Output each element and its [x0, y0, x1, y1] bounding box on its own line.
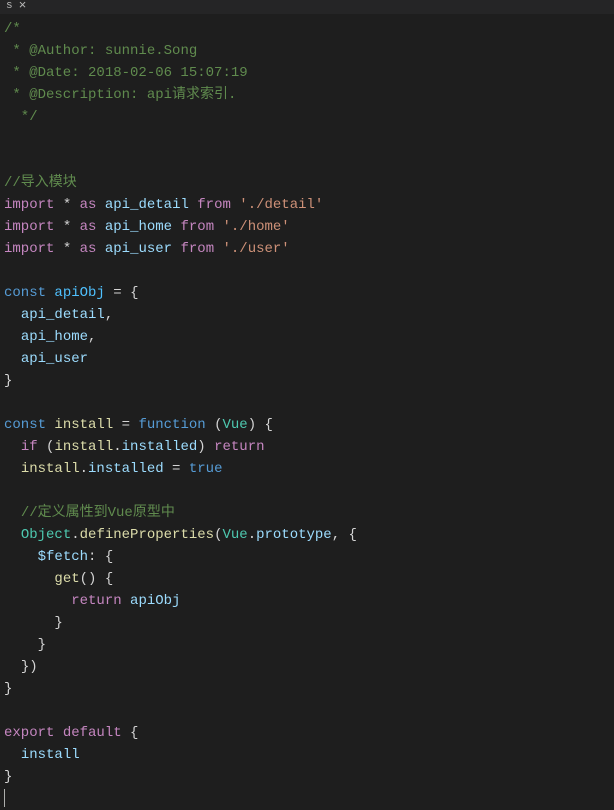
- ref-vue: Vue: [222, 527, 247, 543]
- close-icon[interactable]: ×: [19, 1, 27, 11]
- prop-api-user: api_user: [21, 351, 88, 367]
- lbrace: {: [130, 725, 138, 741]
- comment-desc-prefix: * @Description:: [4, 87, 147, 103]
- tab-bar: s ×: [0, 0, 614, 14]
- kw-as: as: [80, 241, 97, 257]
- kw-as: as: [80, 197, 97, 213]
- rbrace: }: [21, 659, 29, 675]
- lbrace: {: [105, 571, 113, 587]
- comment-author-prefix: * @Author:: [4, 43, 105, 59]
- rparen: ): [197, 439, 205, 455]
- kw-import: import: [4, 197, 54, 213]
- prop-api-detail: api_detail: [21, 307, 105, 323]
- kw-return: return: [214, 439, 264, 455]
- kw-from: from: [197, 197, 231, 213]
- rbrace: }: [4, 373, 12, 389]
- prop-fetch: $fetch: [38, 549, 88, 565]
- kw-default: default: [63, 725, 122, 741]
- rparen: ): [29, 659, 37, 675]
- dot: .: [80, 461, 88, 477]
- var-api-home: api_home: [105, 219, 172, 235]
- code-editor[interactable]: /* * @Author: sunnie.Song * @Date: 2018-…: [0, 14, 614, 810]
- str-home: './home': [223, 219, 290, 235]
- kw-const: const: [4, 417, 46, 433]
- comment-author: sunnie.Song: [105, 43, 197, 59]
- fn-get: get: [54, 571, 79, 587]
- kw-from: from: [180, 219, 214, 235]
- prop-installed: installed: [88, 461, 164, 477]
- param-vue: Vue: [222, 417, 247, 433]
- kw-from: from: [180, 241, 214, 257]
- cursor: [4, 789, 5, 807]
- lbrace: {: [105, 549, 113, 565]
- var-install: install: [54, 417, 113, 433]
- var-api-detail: api_detail: [105, 197, 189, 213]
- kw-as: as: [80, 219, 97, 235]
- kw-import: import: [4, 241, 54, 257]
- prop-api-home: api_home: [21, 329, 88, 345]
- fn-defineproperties: defineProperties: [80, 527, 214, 543]
- comment-import: //导入模块: [4, 175, 77, 191]
- comment-date: 2018-02-06 15:07:19: [88, 65, 248, 81]
- rparen: ): [248, 417, 256, 433]
- comment-desc: api请求索引.: [147, 87, 237, 103]
- star: *: [63, 219, 71, 235]
- prop-prototype: prototype: [256, 527, 332, 543]
- lbrace: {: [265, 417, 273, 433]
- star: *: [63, 241, 71, 257]
- kw-import: import: [4, 219, 54, 235]
- ref-install: install: [21, 461, 80, 477]
- ref-install: install: [54, 439, 113, 455]
- eq: =: [164, 461, 189, 477]
- rbrace: }: [54, 615, 62, 631]
- comment-date-prefix: * @Date:: [4, 65, 88, 81]
- var-apiobj: apiObj: [54, 285, 104, 301]
- comma: ,: [88, 329, 96, 345]
- comment-close: */: [4, 109, 38, 125]
- str-detail: './detail': [239, 197, 323, 213]
- kw-function: function: [138, 417, 205, 433]
- star: *: [63, 197, 71, 213]
- lbrace: {: [349, 527, 357, 543]
- prop-install: install: [21, 747, 80, 763]
- eq: =: [105, 285, 130, 301]
- dot: .: [71, 527, 79, 543]
- str-user: './user': [223, 241, 290, 257]
- rbrace: }: [38, 637, 46, 653]
- editor-tab[interactable]: s ×: [0, 0, 32, 12]
- rbrace: }: [4, 769, 12, 785]
- rbrace: }: [4, 681, 12, 697]
- kw-true: true: [189, 461, 223, 477]
- lparen: (: [80, 571, 88, 587]
- dot: .: [248, 527, 256, 543]
- tab-label: s: [6, 0, 13, 17]
- comma: ,: [332, 527, 340, 543]
- kw-const: const: [4, 285, 46, 301]
- ref-object: Object: [21, 527, 71, 543]
- kw-export: export: [4, 725, 54, 741]
- kw-return: return: [71, 593, 121, 609]
- kw-if: if: [21, 439, 38, 455]
- lbrace: {: [130, 285, 138, 301]
- prop-installed: installed: [122, 439, 198, 455]
- eq: =: [113, 417, 138, 433]
- comment-vue: //定义属性到Vue原型中: [21, 505, 175, 521]
- comment-open: /*: [4, 21, 21, 37]
- var-api-user: api_user: [105, 241, 172, 257]
- dot: .: [113, 439, 121, 455]
- ref-apiobj: apiObj: [130, 593, 180, 609]
- comma: ,: [105, 307, 113, 323]
